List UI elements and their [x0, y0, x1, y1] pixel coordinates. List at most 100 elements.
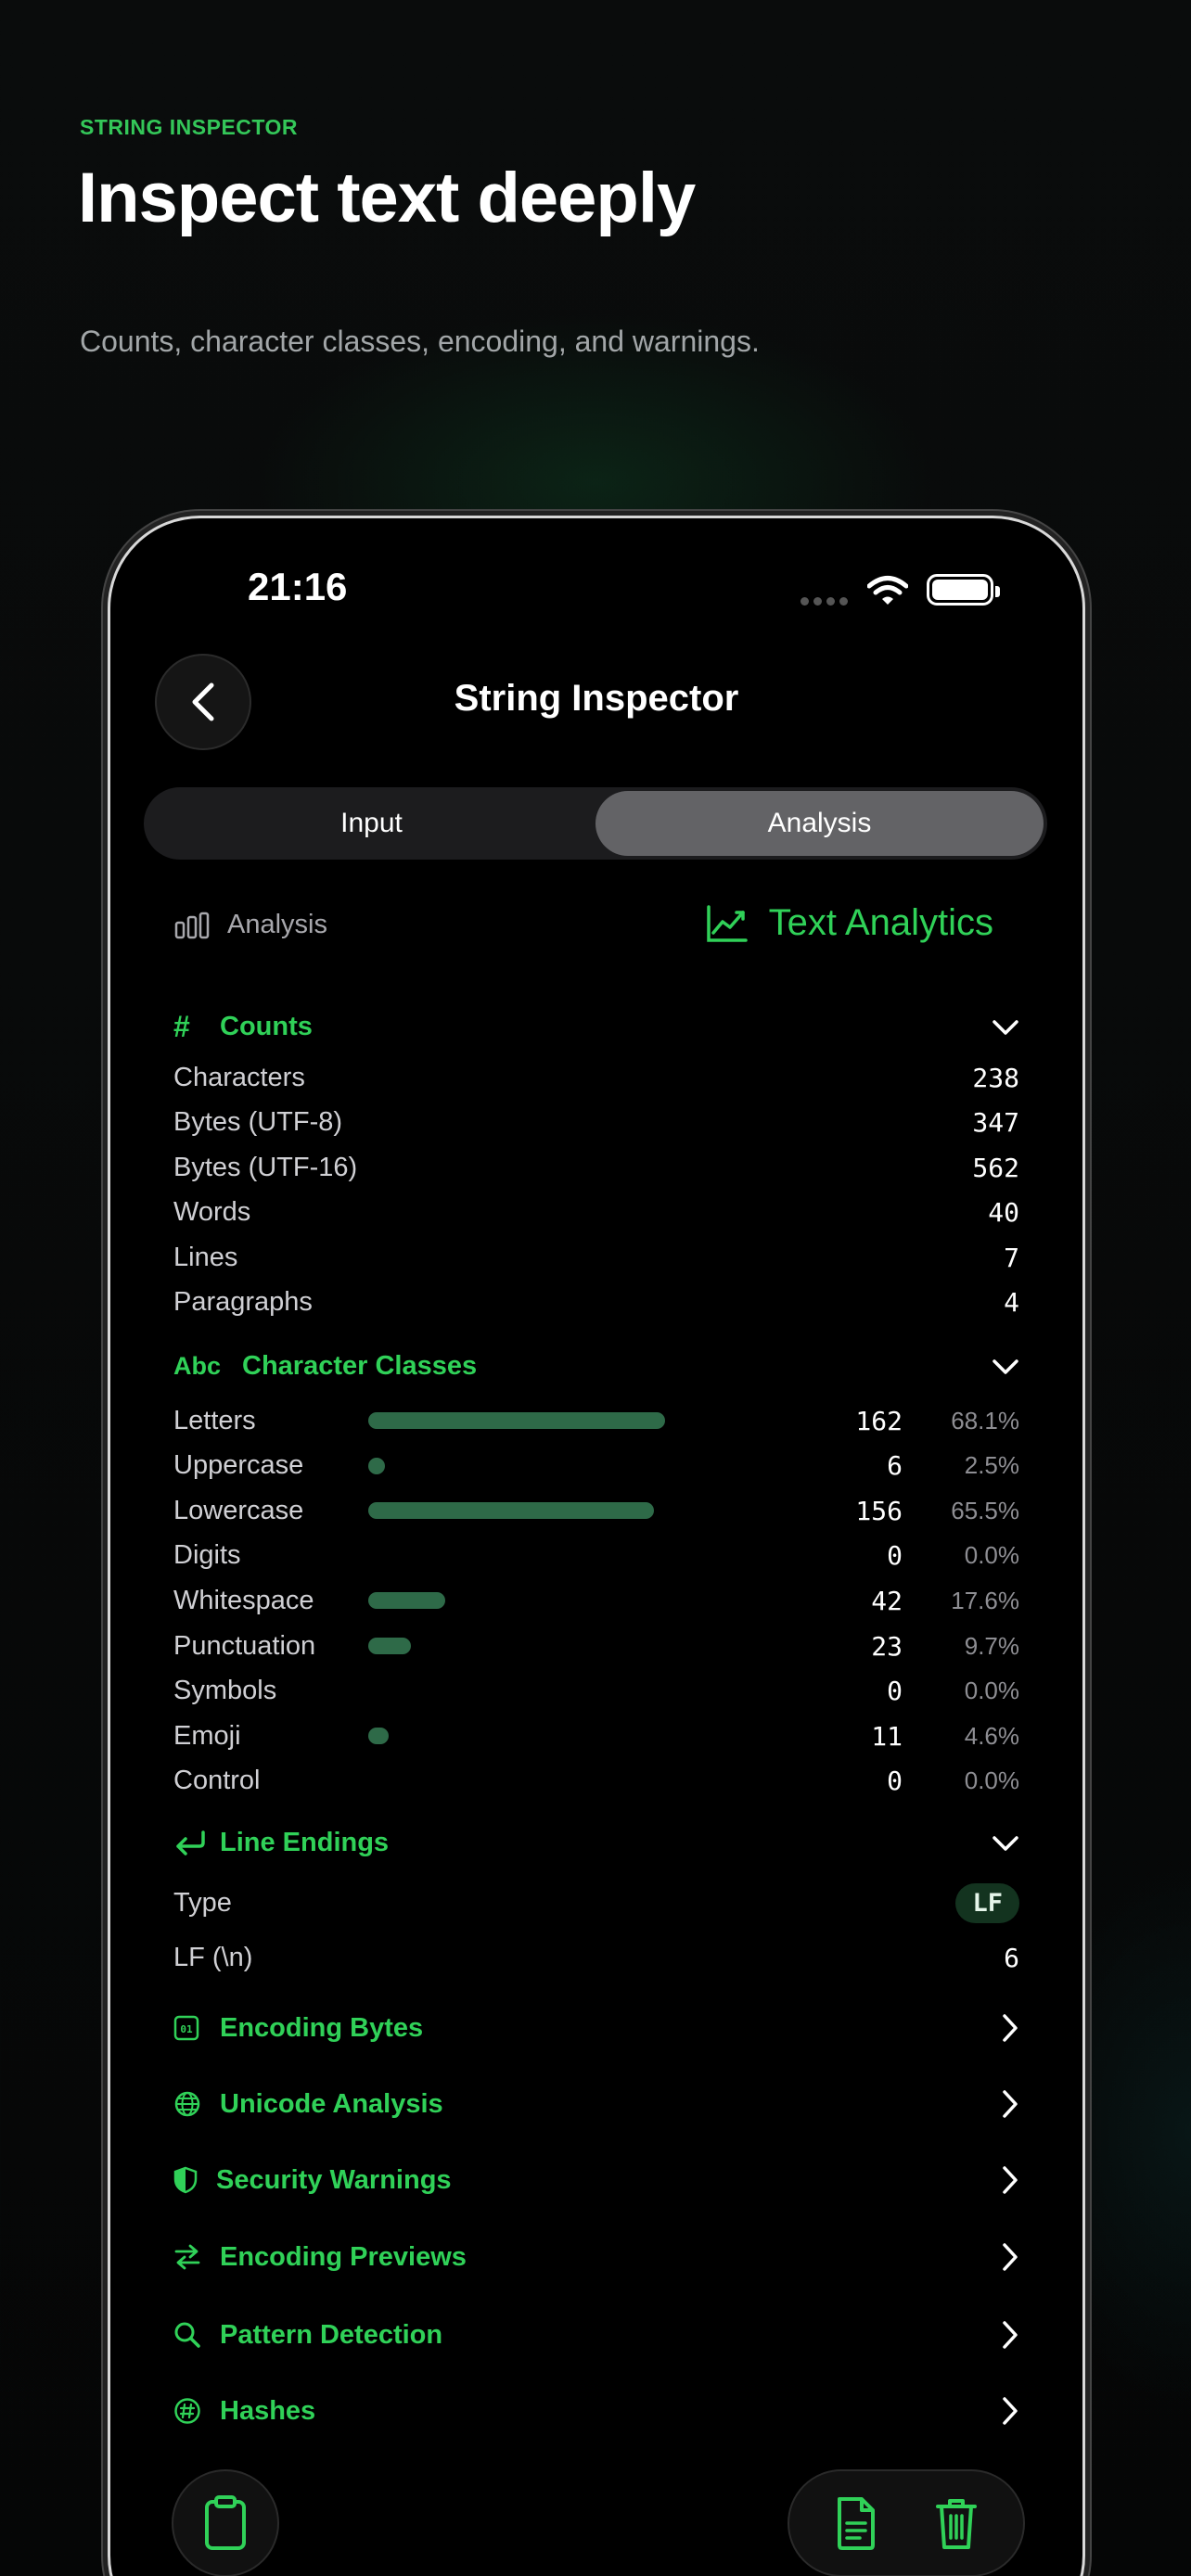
character-class-bar — [368, 1502, 654, 1520]
character-class-percent: 0.0% — [964, 1541, 1019, 1570]
abc-icon: Abc — [173, 1352, 222, 1380]
character-class-bar-track — [368, 1638, 674, 1654]
binary-icon: 01 — [173, 2015, 211, 2041]
chevron-down-icon — [992, 1014, 1019, 1041]
character-class-bar-track — [368, 1457, 674, 1474]
character-class-row: Digits 0 0.0% — [173, 1537, 1019, 1575]
character-class-bar-track — [368, 1548, 674, 1564]
trend-chart-icon — [706, 904, 748, 942]
hero-title: Inspect text deeply — [78, 159, 696, 237]
character-class-percent: 17.6% — [951, 1586, 1019, 1614]
hashes-row[interactable]: Hashes — [173, 2388, 1019, 2434]
character-class-count: 0 — [887, 1766, 903, 1797]
line-endings-section-header[interactable]: Line Endings — [173, 1828, 1019, 1858]
character-class-row: Control 0 0.0% — [173, 1763, 1019, 1800]
character-class-label: Symbols — [173, 1676, 277, 1706]
character-class-label: Punctuation — [173, 1630, 316, 1661]
character-class-row: Punctuation 23 9.7% — [173, 1627, 1019, 1664]
character-class-bar-track — [368, 1592, 674, 1610]
hash-circle-icon — [173, 2397, 211, 2425]
character-class-row: Symbols 0 0.0% — [173, 1673, 1019, 1710]
character-class-label: Letters — [173, 1405, 256, 1435]
character-class-count: 156 — [855, 1495, 903, 1526]
count-row-bytes-utf16: Bytes (UTF-16) 562 — [173, 1152, 1019, 1183]
character-class-row: Lowercase 156 65.5% — [173, 1492, 1019, 1529]
character-class-bar — [368, 1592, 445, 1610]
cellular-signal-icon — [800, 597, 848, 606]
clipboard-icon — [205, 2495, 246, 2550]
text-analytics-label: Text Analytics — [768, 902, 993, 943]
chevron-right-icon — [1003, 2166, 1018, 2194]
character-class-bar-track — [368, 1773, 674, 1790]
chevron-down-icon — [992, 1830, 1019, 1857]
chevron-down-icon — [992, 1353, 1019, 1381]
character-class-bar — [368, 1457, 385, 1474]
unicode-analysis-row[interactable]: Unicode Analysis — [173, 2081, 1019, 2127]
globe-icon — [173, 2090, 211, 2118]
counts-section-header[interactable]: # Counts — [173, 1010, 1019, 1044]
counts-title: Counts — [220, 1012, 313, 1041]
lf-count-row: LF (\n) 6 — [173, 1942, 1019, 1973]
character-class-label: Uppercase — [173, 1450, 304, 1481]
character-class-row: Letters 162 68.1% — [173, 1402, 1019, 1439]
tab-input[interactable]: Input — [147, 791, 596, 856]
chevron-right-icon — [1003, 2014, 1018, 2042]
line-ending-type-badge: LF — [955, 1882, 1019, 1923]
svg-text:01: 01 — [180, 2023, 193, 2035]
hero-eyebrow: STRING INSPECTOR — [80, 115, 299, 139]
encoding-previews-row[interactable]: Encoding Previews — [173, 2234, 1019, 2280]
chevron-right-icon — [1003, 2321, 1018, 2349]
return-arrow-icon — [173, 1830, 211, 1857]
character-class-percent: 4.6% — [964, 1721, 1019, 1750]
character-class-percent: 65.5% — [951, 1496, 1019, 1524]
character-class-label: Control — [173, 1766, 261, 1796]
character-class-percent: 0.0% — [964, 1766, 1019, 1795]
character-class-count: 0 — [887, 1676, 903, 1707]
battery-icon — [927, 574, 1000, 606]
count-row-characters: Characters 238 — [173, 1062, 1019, 1093]
chevron-right-icon — [1003, 2243, 1018, 2271]
pattern-detection-row[interactable]: Pattern Detection — [173, 2312, 1019, 2358]
text-analytics-button[interactable]: Text Analytics — [706, 902, 993, 944]
search-icon — [173, 2321, 211, 2349]
character-class-label: Emoji — [173, 1720, 241, 1751]
paste-button[interactable] — [172, 2469, 279, 2576]
character-class-count: 6 — [887, 1450, 903, 1482]
count-row-bytes-utf8: Bytes (UTF-8) 347 — [173, 1106, 1019, 1138]
chevron-right-icon — [1003, 2090, 1018, 2118]
character-class-label: Lowercase — [173, 1495, 304, 1525]
arrows-swap-icon — [173, 2243, 211, 2271]
character-class-count: 23 — [871, 1630, 903, 1662]
character-class-bar — [368, 1412, 666, 1429]
count-row-lines: Lines 7 — [173, 1242, 1019, 1273]
tab-analysis[interactable]: Analysis — [596, 791, 1044, 856]
chevron-right-icon — [1003, 2397, 1018, 2425]
trash-icon[interactable] — [934, 2495, 979, 2551]
count-row-paragraphs: Paragraphs 4 — [173, 1286, 1019, 1318]
analysis-label: Analysis — [227, 910, 327, 939]
hero-subtitle: Counts, character classes, encoding, and… — [80, 325, 760, 358]
character-class-count: 0 — [887, 1540, 903, 1572]
character-classes-section-header[interactable]: Abc Character Classes — [173, 1351, 1019, 1382]
encoding-bytes-row[interactable]: 01 Encoding Bytes — [173, 2005, 1019, 2051]
character-class-bar-track — [368, 1412, 674, 1429]
security-warnings-row[interactable]: Security Warnings — [173, 2157, 1019, 2203]
character-class-count: 42 — [871, 1585, 903, 1616]
character-class-label: Whitespace — [173, 1585, 314, 1615]
status-time: 21:16 — [248, 565, 348, 608]
character-class-bar — [368, 1638, 411, 1654]
line-ending-type-row: Type LF — [173, 1881, 1019, 1924]
character-class-label: Digits — [173, 1540, 241, 1571]
count-row-words: Words 40 — [173, 1196, 1019, 1228]
character-class-count: 162 — [855, 1405, 903, 1436]
character-class-row: Uppercase 6 2.5% — [173, 1447, 1019, 1485]
shield-icon — [173, 2166, 207, 2194]
character-class-bar-track — [368, 1502, 674, 1520]
bottom-actions — [788, 2469, 1025, 2576]
character-class-count: 11 — [871, 1720, 903, 1752]
document-icon[interactable] — [834, 2495, 878, 2551]
character-class-percent: 0.0% — [964, 1677, 1019, 1705]
character-class-row: Emoji 11 4.6% — [173, 1717, 1019, 1754]
segmented-control: Input Analysis — [144, 787, 1047, 860]
character-class-percent: 2.5% — [964, 1451, 1019, 1480]
